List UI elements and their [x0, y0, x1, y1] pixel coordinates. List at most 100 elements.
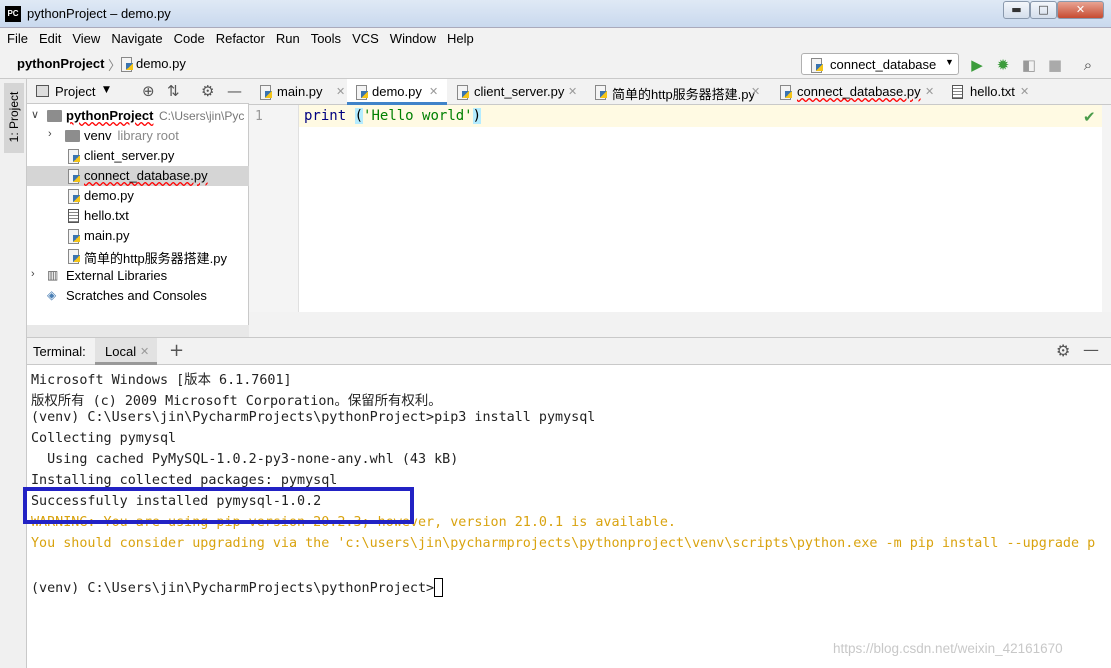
horizontal-scrollbar[interactable] — [27, 325, 249, 337]
breadcrumb-file[interactable]: demo.py — [136, 56, 186, 71]
coverage-icon[interactable]: ◧ — [1019, 55, 1039, 75]
menu-edit[interactable]: Edit — [32, 28, 65, 46]
menu-navigate[interactable]: Navigate — [104, 28, 166, 46]
gear-icon[interactable]: ⚙ — [1056, 341, 1070, 360]
chevron-down-icon[interactable]: ∨ — [31, 108, 39, 121]
terminal-tab-local[interactable]: Local ✕ — [95, 338, 157, 365]
debug-icon[interactable]: ✹ — [993, 55, 1013, 75]
tree-item-label: venv — [84, 128, 112, 143]
tree-root-path: C:\Users\jin\Pyc — [159, 109, 245, 123]
maximize-button[interactable]: □ — [1030, 1, 1057, 19]
tab-connect-database-py[interactable]: connect_database.py ✕ — [779, 79, 939, 105]
tree-item-http-server[interactable]: 简单的http服务器搭建.py — [27, 246, 249, 266]
terminal-line: Microsoft Windows [版本 6.1.7601] — [31, 373, 292, 388]
code-close-paren: ) — [472, 108, 482, 124]
code-string: 'Hello world' — [363, 108, 473, 124]
terminal-line: 版权所有 (c) 2009 Microsoft Corporation。保留所有… — [31, 394, 442, 409]
tab-label: client_server.py — [474, 84, 565, 99]
gear-icon[interactable]: ⚙ — [201, 82, 214, 100]
tab-main-py[interactable]: main.py ✕ — [259, 79, 351, 105]
terminal-title: Terminal: — [33, 344, 86, 359]
project-view-select[interactable]: Project — [55, 84, 95, 99]
tree-item-label: client_server.py — [84, 148, 175, 163]
tree-item-main[interactable]: main.py — [27, 226, 249, 246]
close-tab-icon[interactable]: ✕ — [336, 85, 345, 98]
code-text: print ('Hello world') — [304, 108, 482, 124]
python-file-icon — [67, 229, 80, 244]
terminal-cursor — [434, 578, 444, 597]
code-editor[interactable]: print ('Hello world') — [299, 105, 1102, 312]
close-tab-icon[interactable]: ✕ — [751, 85, 760, 98]
tree-item-label: Scratches and Consoles — [66, 288, 207, 303]
breadcrumb-project[interactable]: pythonProject — [17, 56, 104, 71]
close-tab-icon[interactable]: ✕ — [429, 85, 438, 98]
terminal-prompt-line: (venv) C:\Users\jin\PycharmProjects\pyth… — [31, 578, 444, 597]
python-file-icon — [779, 85, 792, 100]
tab-client-server-py[interactable]: client_server.py ✕ — [456, 79, 586, 105]
code-open-paren: ( — [354, 108, 364, 124]
title-bar: PC pythonProject – demo.py ▬ □ ✕ — [0, 0, 1111, 28]
project-tool-button[interactable]: 1: Project — [4, 83, 24, 153]
close-tab-icon[interactable]: ✕ — [140, 345, 149, 358]
tree-item-demo[interactable]: demo.py — [27, 186, 249, 206]
terminal-line: Installing collected packages: pymysql — [31, 473, 338, 488]
tree-item-client-server[interactable]: client_server.py — [27, 146, 249, 166]
close-tab-icon[interactable]: ✕ — [1020, 85, 1029, 98]
pycharm-logo-icon: PC — [5, 6, 21, 22]
chevron-down-icon[interactable]: ▼ — [103, 85, 110, 95]
tree-root[interactable]: ∨ pythonProject C:\Users\jin\Pyc — [27, 106, 249, 126]
tab-http-server-py[interactable]: 简单的http服务器搭建.py ✕ — [594, 79, 774, 105]
minimize-button[interactable]: ▬ — [1003, 1, 1030, 19]
run-configuration-select[interactable]: connect_database ▼ — [801, 53, 959, 75]
text-file-icon — [952, 85, 963, 99]
menu-refactor[interactable]: Refactor — [209, 28, 269, 46]
locate-icon[interactable]: ⊕ — [142, 82, 155, 100]
tab-label: connect_database.py — [797, 84, 921, 99]
python-file-icon — [120, 57, 133, 72]
menu-tools[interactable]: Tools — [304, 28, 345, 46]
close-tab-icon[interactable]: ✕ — [568, 85, 577, 98]
tree-item-label: connect_database.py — [84, 168, 208, 183]
tree-item-scratches[interactable]: ◈ Scratches and Consoles — [27, 286, 249, 306]
vertical-scrollbar[interactable] — [1102, 105, 1111, 312]
menu-file[interactable]: File — [0, 28, 32, 46]
python-file-icon — [810, 58, 823, 73]
python-file-icon — [67, 169, 80, 184]
tree-item-hello-txt[interactable]: hello.txt — [27, 206, 249, 226]
terminal-line: (venv) C:\Users\jin\PycharmProjects\pyth… — [31, 410, 596, 425]
tree-item-connect-database[interactable]: connect_database.py — [27, 166, 249, 186]
tab-hello-txt[interactable]: hello.txt ✕ — [952, 79, 1044, 105]
close-tab-icon[interactable]: ✕ — [925, 85, 934, 98]
terminal-line: Collecting pymysql — [31, 431, 177, 446]
menu-view[interactable]: View — [65, 28, 104, 46]
folder-icon — [47, 110, 62, 122]
scratches-icon: ◈ — [47, 288, 57, 302]
terminal-tab-label: Local — [105, 344, 137, 359]
navigation-bar: pythonProject 〉 demo.py connect_database… — [0, 51, 1111, 79]
menu-window[interactable]: Window — [383, 28, 440, 46]
tree-item-external-libraries[interactable]: › ▥ External Libraries — [27, 266, 249, 286]
chevron-right-icon[interactable]: › — [31, 268, 35, 280]
tree-item-label: hello.txt — [84, 208, 129, 223]
run-icon[interactable]: ▶ — [967, 55, 987, 75]
hide-panel-icon[interactable]: — — [227, 82, 242, 100]
hide-panel-icon[interactable]: — — [1083, 340, 1099, 359]
search-icon[interactable]: ⌕ — [1078, 55, 1098, 75]
inspection-ok-icon[interactable]: ✔ — [1083, 108, 1096, 126]
stop-icon[interactable]: ■ — [1045, 55, 1065, 75]
collapse-all-icon[interactable]: ⇅ — [167, 82, 180, 100]
annotation-highlight-box — [23, 487, 414, 524]
menu-vcs[interactable]: VCS — [345, 28, 383, 46]
tab-demo-py[interactable]: demo.py ✕ — [347, 79, 447, 105]
tab-label: hello.txt — [970, 84, 1015, 99]
menu-code[interactable]: Code — [167, 28, 209, 46]
add-terminal-icon[interactable]: + — [169, 340, 184, 361]
chevron-right-icon[interactable]: › — [48, 128, 52, 140]
tree-item-label: demo.py — [84, 188, 134, 203]
tree-item-venv[interactable]: › venv library root — [27, 126, 249, 146]
python-file-icon — [67, 249, 80, 264]
menu-run[interactable]: Run — [269, 28, 304, 46]
menu-help[interactable]: Help — [440, 28, 478, 46]
close-button[interactable]: ✕ — [1057, 1, 1104, 19]
text-file-icon — [68, 209, 79, 223]
